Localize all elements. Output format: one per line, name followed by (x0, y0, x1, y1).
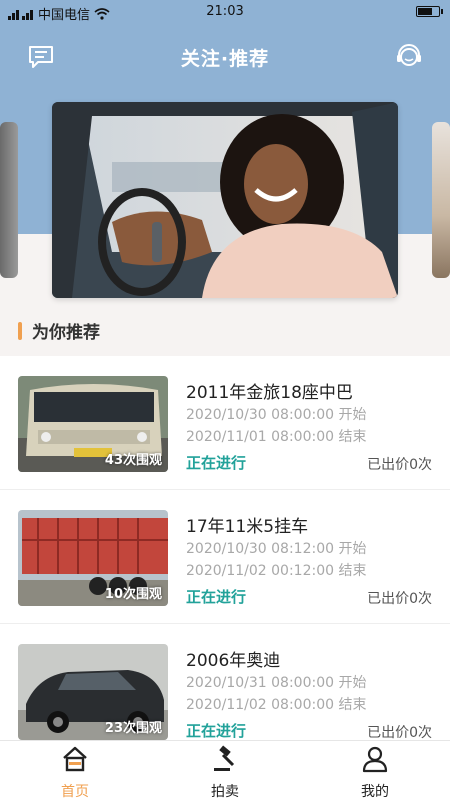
listing-status: 正在进行 (186, 454, 247, 472)
page-title: 关注·推荐 (180, 48, 270, 70)
listing-end-time: 2020/11/02 00:12:00 结束 (186, 563, 367, 579)
listing-thumbnail: 43次围观 (18, 376, 168, 472)
tab-auction[interactable]: 拍卖 (150, 741, 300, 800)
banner-photo (52, 102, 398, 298)
listing-end-time: 2020/11/02 08:00:00 结束 (186, 697, 367, 713)
tab-label: 我的 (361, 784, 389, 800)
view-count: 23次围观 (104, 721, 162, 736)
view-count: 10次围观 (104, 587, 162, 602)
home-icon (63, 746, 87, 772)
listing-start-time: 2020/10/30 08:12:00 开始 (186, 541, 367, 557)
auction-hammer-icon (214, 745, 235, 771)
customer-service-icon[interactable] (394, 42, 424, 72)
section-accent-bar (18, 321, 22, 340)
bid-count: 已出价0次 (367, 591, 432, 607)
listing-title: 17年11米5挂车 (186, 517, 309, 537)
banner-prev-slide[interactable] (0, 122, 18, 278)
listing-thumbnail: 10次围观 (18, 510, 168, 606)
status-bar: 中国电信 21:03 (0, 0, 450, 24)
tab-label: 拍卖 (211, 784, 239, 800)
clock: 21:03 (206, 4, 244, 19)
tab-profile[interactable]: 我的 (300, 741, 450, 800)
banner-image[interactable] (52, 102, 398, 298)
tab-label: 首页 (61, 784, 89, 800)
tab-home[interactable]: 首页 (0, 741, 150, 800)
listing-card[interactable]: 10次围观 17年11米5挂车 2020/10/30 08:12:00 开始 2… (0, 490, 450, 624)
battery-level (418, 8, 433, 15)
bid-count: 已出价0次 (367, 725, 432, 740)
battery-icon (416, 6, 443, 17)
listing-thumbnail: 23次围观 (18, 644, 168, 740)
listing-card[interactable]: 43次围观 2011年金旅18座中巴 2020/10/30 08:00:00 开… (0, 356, 450, 490)
listing-status: 正在进行 (186, 722, 247, 740)
listing-title: 2006年奥迪 (186, 651, 281, 671)
listing-end-time: 2020/11/01 08:00:00 结束 (186, 429, 367, 445)
bid-count: 已出价0次 (367, 457, 432, 473)
listing-start-time: 2020/10/30 08:00:00 开始 (186, 407, 367, 423)
listing-start-time: 2020/10/31 08:00:00 开始 (186, 675, 367, 691)
listing-list: 43次围观 2011年金旅18座中巴 2020/10/30 08:00:00 开… (0, 356, 450, 740)
user-icon (362, 746, 388, 773)
bottom-tab-bar: 首页 拍卖 我的 (0, 740, 450, 800)
listing-status: 正在进行 (186, 588, 247, 606)
listing-card[interactable]: 23次围观 2006年奥迪 2020/10/31 08:00:00 开始 202… (0, 624, 450, 740)
top-nav: 关注·推荐 (0, 24, 450, 88)
listing-title: 2011年金旅18座中巴 (186, 383, 353, 403)
section-title: 为你推荐 (32, 323, 100, 343)
view-count: 43次围观 (104, 453, 162, 468)
banner-next-slide[interactable] (432, 122, 450, 278)
section-header: 为你推荐 (18, 318, 100, 343)
